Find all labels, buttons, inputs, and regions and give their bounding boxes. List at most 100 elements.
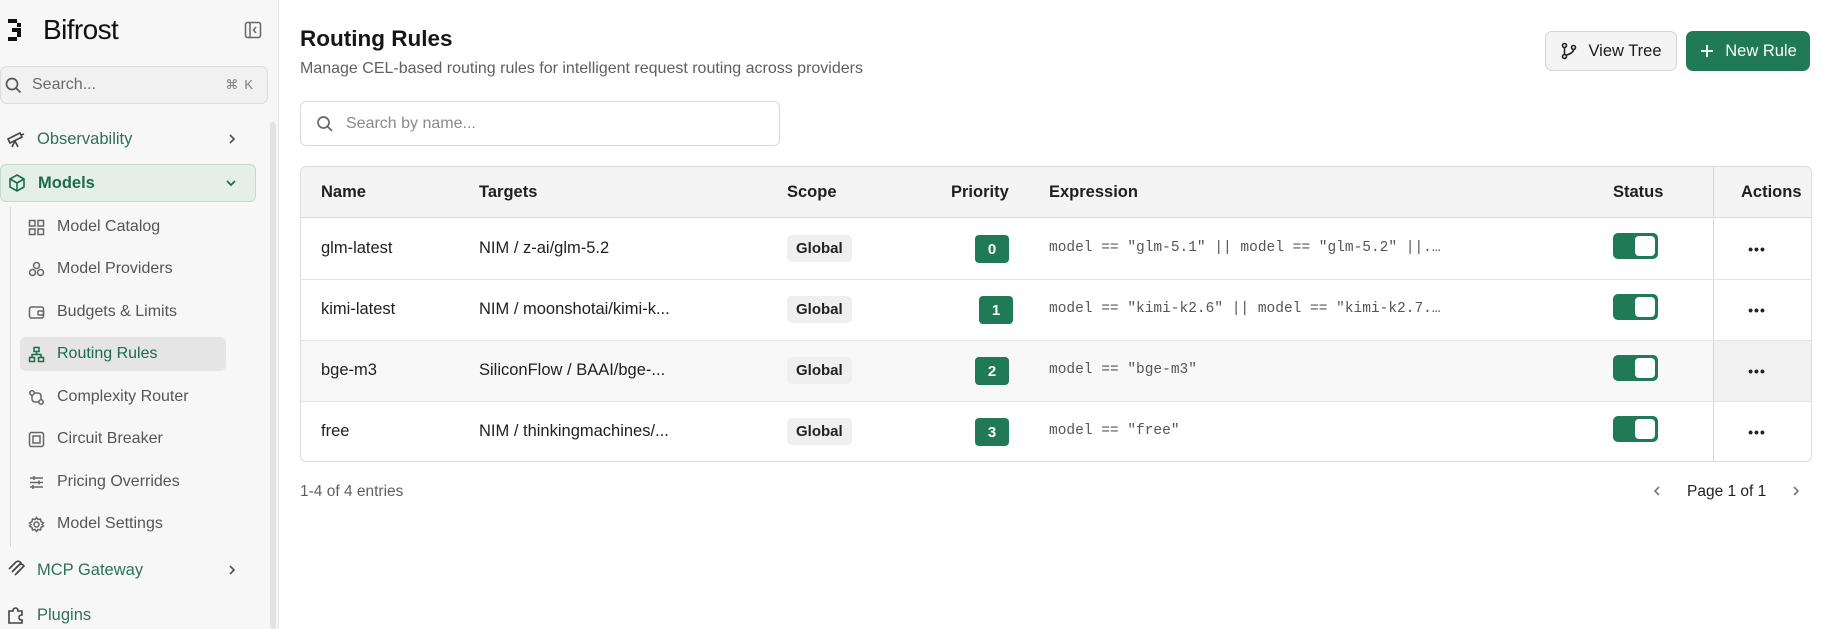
main-content: Routing Rules Manage CEL-based routing r… <box>280 0 1825 629</box>
sidebar-item-mcp-gateway[interactable]: MCP Gateway <box>0 551 256 589</box>
sidebar-item-observability[interactable]: Observability <box>0 120 256 158</box>
rule-name: glm-latest <box>321 239 393 257</box>
route-icon <box>29 389 44 405</box>
brand[interactable]: Bifrost <box>6 14 119 46</box>
git-branch-icon <box>1562 42 1577 60</box>
column-header-actions: Actions <box>1741 183 1802 201</box>
sidebar-subitem-label: Pricing Overrides <box>57 473 180 490</box>
sidebar-item-label: Models <box>38 173 95 192</box>
sidebar-item-label: Observability <box>37 129 133 148</box>
search-icon <box>317 115 333 132</box>
search-shortcut: ⌘K <box>225 77 259 92</box>
toggle-knob <box>1635 236 1655 256</box>
status-toggle[interactable] <box>1613 355 1658 381</box>
bifrost-logo-icon <box>8 19 21 41</box>
entries-count: 1-4 of 4 entries <box>300 483 404 500</box>
table-row[interactable]: glm-latest NIM / z-ai/glm-5.2 Global 0 m… <box>301 219 1811 280</box>
sidebar-item-model-catalog[interactable]: Model Catalog <box>20 210 226 244</box>
rule-targets: NIM / moonshotai/kimi-k... <box>479 300 670 318</box>
priority-badge: 3 <box>975 418 1009 446</box>
new-rule-button[interactable]: New Rule <box>1686 31 1810 71</box>
column-header-scope[interactable]: Scope <box>787 183 837 202</box>
sidebar-subitem-label: Complexity Router <box>57 388 189 405</box>
column-header-status[interactable]: Status <box>1613 183 1663 202</box>
rule-targets: NIM / thinkingmachines/... <box>479 422 669 440</box>
more-horizontal-icon: ••• <box>1748 424 1766 440</box>
chevron-left-icon <box>1653 486 1660 496</box>
sidebar-item-routing-rules[interactable]: Routing Rules <box>20 337 226 371</box>
more-actions-button[interactable]: ••• <box>1741 296 1773 324</box>
brand-name: Bifrost <box>43 14 119 45</box>
column-header-targets[interactable]: Targets <box>479 183 537 202</box>
sidebar-subitem-label: Budgets & Limits <box>57 303 178 320</box>
scope-badge: Global <box>787 418 852 445</box>
panel-collapse-icon <box>244 21 262 39</box>
priority-badge: 0 <box>975 235 1009 263</box>
search-icon <box>5 77 22 93</box>
more-actions-button[interactable]: ••• <box>1741 357 1773 385</box>
new-rule-label: New Rule <box>1725 41 1797 60</box>
sidebar-item-pricing-overrides[interactable]: Pricing Overrides <box>20 465 226 499</box>
more-horizontal-icon: ••• <box>1748 241 1766 257</box>
gear-icon <box>28 515 45 533</box>
sidebar-subitem-label: Routing Rules <box>57 345 158 362</box>
rule-targets: SiliconFlow / BAAI/bge-... <box>479 361 666 379</box>
table-row[interactable]: kimi-latest NIM / moonshotai/kimi-k... G… <box>301 280 1811 341</box>
toggle-knob <box>1635 358 1655 378</box>
toggle-knob <box>1635 419 1655 439</box>
cube-icon <box>9 174 25 192</box>
sidebar-subitem-label: Model Providers <box>57 260 173 277</box>
sidebar-item-complexity-router[interactable]: Complexity Router <box>20 380 226 414</box>
sidebar: Bifrost Search... ⌘K Observability Model… <box>0 0 279 629</box>
sidebar-subitem-label: Circuit Breaker <box>57 430 163 447</box>
scope-badge: Global <box>787 235 852 262</box>
rule-expression: model == "kimi-k2.6" || model == "kimi-k… <box>1049 301 1449 317</box>
table-row[interactable]: free NIM / thinkingmachines/... Global 3… <box>301 402 1811 461</box>
sidebar-search[interactable]: Search... ⌘K <box>0 66 268 104</box>
status-toggle[interactable] <box>1613 233 1658 259</box>
sidebar-item-circuit-breaker[interactable]: Circuit Breaker <box>20 422 226 456</box>
status-toggle[interactable] <box>1613 416 1658 442</box>
rule-name: kimi-latest <box>321 300 396 318</box>
rule-name: free <box>321 422 350 440</box>
sidebar-subitem-label: Model Catalog <box>57 218 161 235</box>
column-header-priority[interactable]: Priority <box>951 183 1009 202</box>
sidebar-item-models[interactable]: Models <box>0 164 256 202</box>
mcp-icon <box>8 560 26 576</box>
more-actions-button[interactable]: ••• <box>1741 418 1773 446</box>
chevron-right-icon <box>1793 486 1800 496</box>
rule-name: bge-m3 <box>321 361 377 379</box>
scope-badge: Global <box>787 357 852 384</box>
scope-badge: Global <box>787 296 852 323</box>
more-horizontal-icon: ••• <box>1748 363 1766 379</box>
collapse-sidebar-button[interactable] <box>242 19 264 41</box>
grid-icon <box>28 219 45 235</box>
sidebar-subitem-label: Model Settings <box>57 515 163 532</box>
sidebar-item-model-settings[interactable]: Model Settings <box>20 507 226 541</box>
circuit-icon <box>28 431 45 447</box>
page-indicator: Page 1 of 1 <box>1687 483 1767 500</box>
more-actions-button[interactable]: ••• <box>1741 235 1773 263</box>
next-page-button[interactable] <box>1785 480 1807 502</box>
sidebar-scrollbar[interactable] <box>270 122 276 629</box>
providers-icon <box>28 261 45 276</box>
priority-badge: 2 <box>975 357 1009 385</box>
sidebar-item-model-providers[interactable]: Model Providers <box>20 252 226 286</box>
telescope-icon <box>6 131 25 148</box>
previous-page-button[interactable] <box>1646 480 1668 502</box>
sidebar-item-budgets-limits[interactable]: Budgets & Limits <box>20 295 226 329</box>
view-tree-button[interactable]: View Tree <box>1545 31 1677 71</box>
chevron-right-icon <box>226 564 238 576</box>
column-header-name[interactable]: Name <box>321 183 366 202</box>
chevron-right-icon <box>226 133 238 145</box>
rule-targets: NIM / z-ai/glm-5.2 <box>479 239 610 257</box>
search-input[interactable]: Search by name... <box>300 101 780 146</box>
sidebar-item-label: MCP Gateway <box>37 560 144 579</box>
status-toggle[interactable] <box>1613 294 1658 320</box>
table-row[interactable]: bge-m3 SiliconFlow / BAAI/bge-... Global… <box>301 341 1811 402</box>
rule-expression: model == "free" <box>1049 423 1180 439</box>
submenu-guide-line <box>10 207 11 547</box>
column-header-expression[interactable]: Expression <box>1049 183 1138 202</box>
sidebar-item-plugins[interactable]: Plugins <box>0 596 256 629</box>
plus-icon <box>1701 45 1714 57</box>
